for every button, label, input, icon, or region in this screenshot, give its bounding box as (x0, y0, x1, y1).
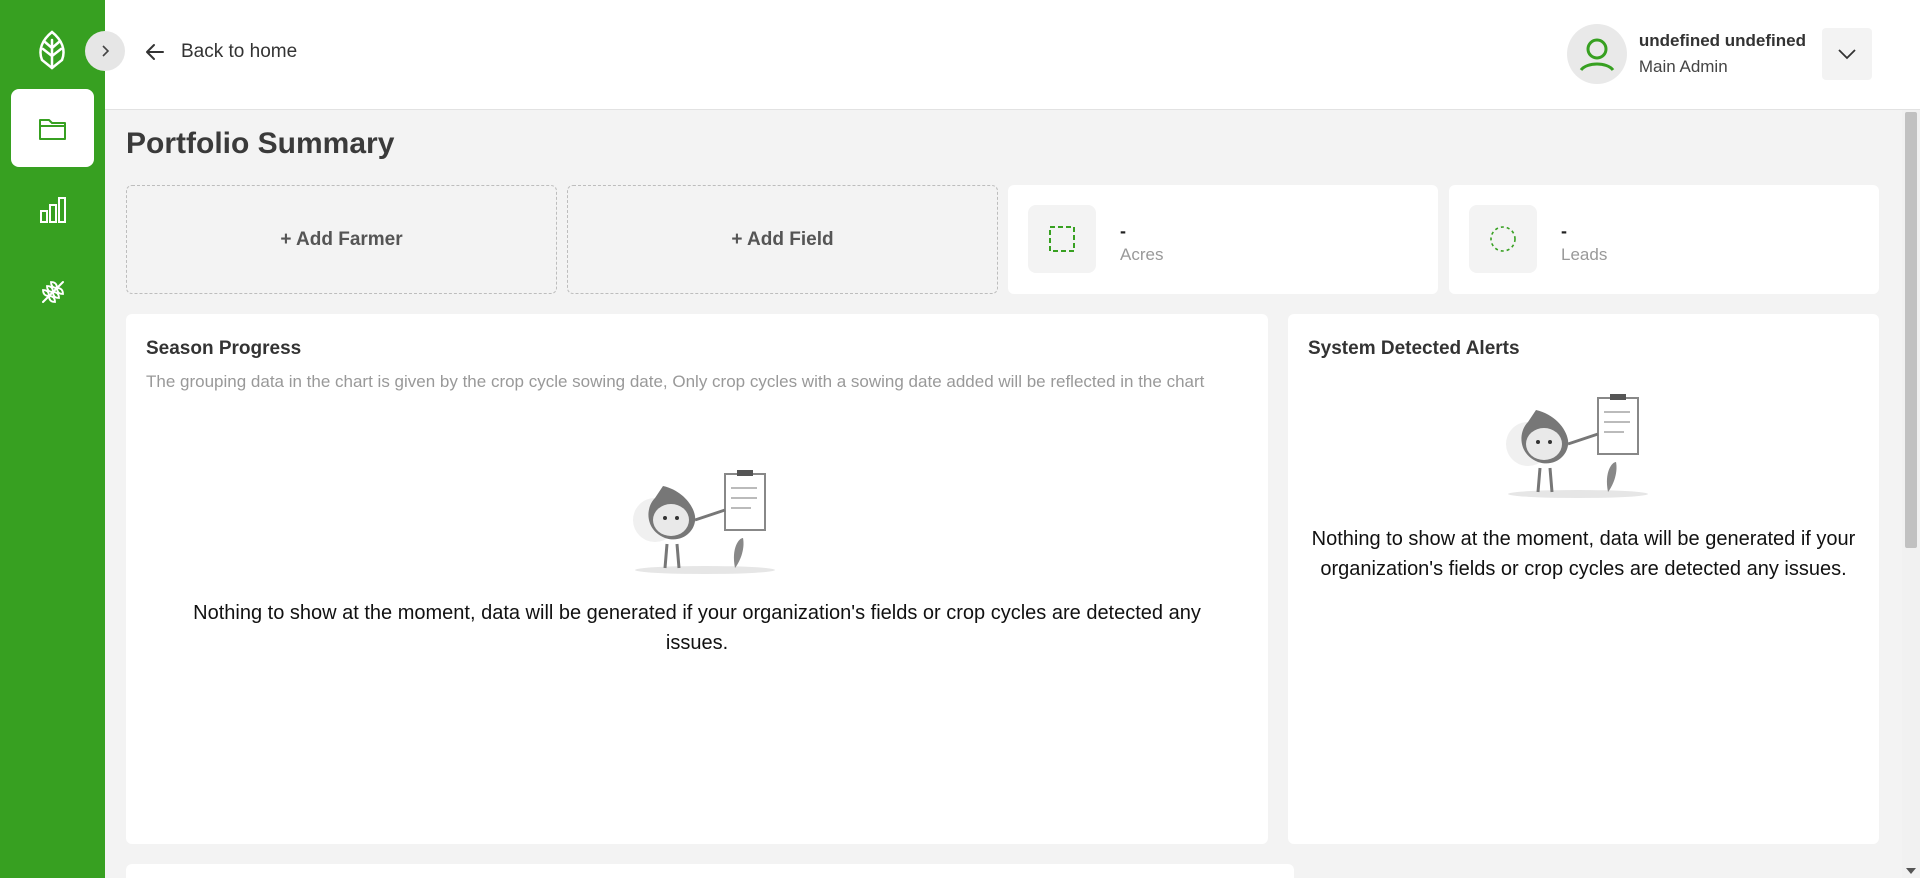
sidebar (0, 0, 105, 878)
add-field-label: + Add Field (731, 228, 834, 250)
acres-label: Acres (1120, 245, 1164, 264)
user-name: undefined undefined (1638, 31, 1806, 50)
dashed-circle-icon (1490, 226, 1516, 252)
system-alerts-title: System Detected Alerts (1308, 338, 1520, 359)
season-progress-empty-message: Nothing to show at the moment, data will… (193, 602, 1201, 654)
chevron-right-icon (102, 45, 110, 57)
leaf-logo-icon[interactable] (34, 30, 70, 70)
page-scrollbar[interactable] (1902, 110, 1920, 878)
add-farmer-button[interactable]: + Add Farmer (126, 185, 557, 294)
arrow-left-icon (146, 44, 164, 60)
leads-value: - (1561, 221, 1567, 241)
page-title: Portfolio Summary (126, 127, 395, 160)
bar-chart-icon (39, 197, 66, 223)
sidebar-item-crops[interactable] (11, 252, 94, 330)
acres-card: - Acres (1008, 185, 1438, 294)
add-farmer-label: + Add Farmer (280, 228, 403, 250)
wheat-icon (41, 281, 64, 303)
user-menu[interactable]: undefined undefined Main Admin (1566, 24, 1872, 84)
season-progress-title: Season Progress (146, 338, 302, 359)
add-field-button[interactable]: + Add Field (567, 185, 998, 294)
user-menu-dropdown-button[interactable] (1822, 28, 1872, 80)
sidebar-collapse-button[interactable] (85, 31, 125, 71)
dashed-square-icon (1049, 226, 1075, 252)
sidebar-item-analytics[interactable] (11, 171, 94, 249)
acres-value: - (1120, 221, 1126, 241)
leads-card: - Leads (1449, 185, 1879, 294)
sidebar-item-portfolio[interactable] (11, 89, 94, 167)
chevron-down-icon (1838, 49, 1856, 60)
system-alerts-panel: System Detected Alerts Nothing to show a… (1288, 314, 1879, 844)
leads-icon-box (1469, 205, 1537, 273)
scrollbar-thumb[interactable] (1905, 112, 1917, 548)
acres-icon-box (1028, 205, 1096, 273)
leads-label: Leads (1561, 245, 1608, 264)
scroll-down-arrow-icon[interactable] (1906, 868, 1916, 874)
empty-state-illustration (633, 470, 775, 574)
avatar[interactable] (1566, 24, 1627, 84)
season-progress-subtitle: The grouping data in the chart is given … (146, 372, 1205, 391)
system-alerts-empty-message: Nothing to show at the moment, data will… (1311, 528, 1856, 580)
folder-icon (38, 119, 66, 140)
empty-state-illustration (1506, 394, 1648, 498)
user-icon (1579, 38, 1615, 72)
user-role: Main Admin (1638, 57, 1728, 76)
season-progress-panel: Season Progress The grouping data in the… (126, 314, 1268, 844)
top-header: Back to home undefined undefined Main Ad… (105, 0, 1920, 110)
back-to-home-label[interactable]: Back to home (181, 41, 297, 63)
next-panel (126, 864, 1294, 878)
back-to-home-link[interactable]: Back to home (143, 40, 297, 64)
